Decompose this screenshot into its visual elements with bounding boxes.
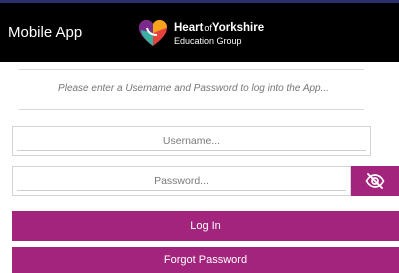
heart-logo-icon <box>139 20 167 46</box>
divider <box>19 69 364 70</box>
divider <box>19 109 364 110</box>
eye-off-icon <box>365 173 385 189</box>
logo-title: Heart ofYorkshire <box>174 22 265 34</box>
app-title: Mobile App <box>8 24 83 41</box>
forgot-password-button[interactable]: Forgot Password <box>12 247 399 273</box>
username-field[interactable] <box>12 126 371 156</box>
logo-subtitle: Education Group <box>174 36 242 46</box>
input-underline <box>17 190 346 191</box>
login-button[interactable]: Log In <box>12 211 399 241</box>
app-header: Mobile App Heart ofYorkshire Education G… <box>0 0 399 62</box>
heart-of-yorkshire-logo: Heart ofYorkshire Education Group <box>138 17 288 51</box>
password-field[interactable] <box>12 166 351 196</box>
toggle-password-visibility-button[interactable] <box>351 166 399 196</box>
login-instructions: Please enter a Username and Password to … <box>58 83 329 94</box>
input-underline <box>17 150 366 151</box>
